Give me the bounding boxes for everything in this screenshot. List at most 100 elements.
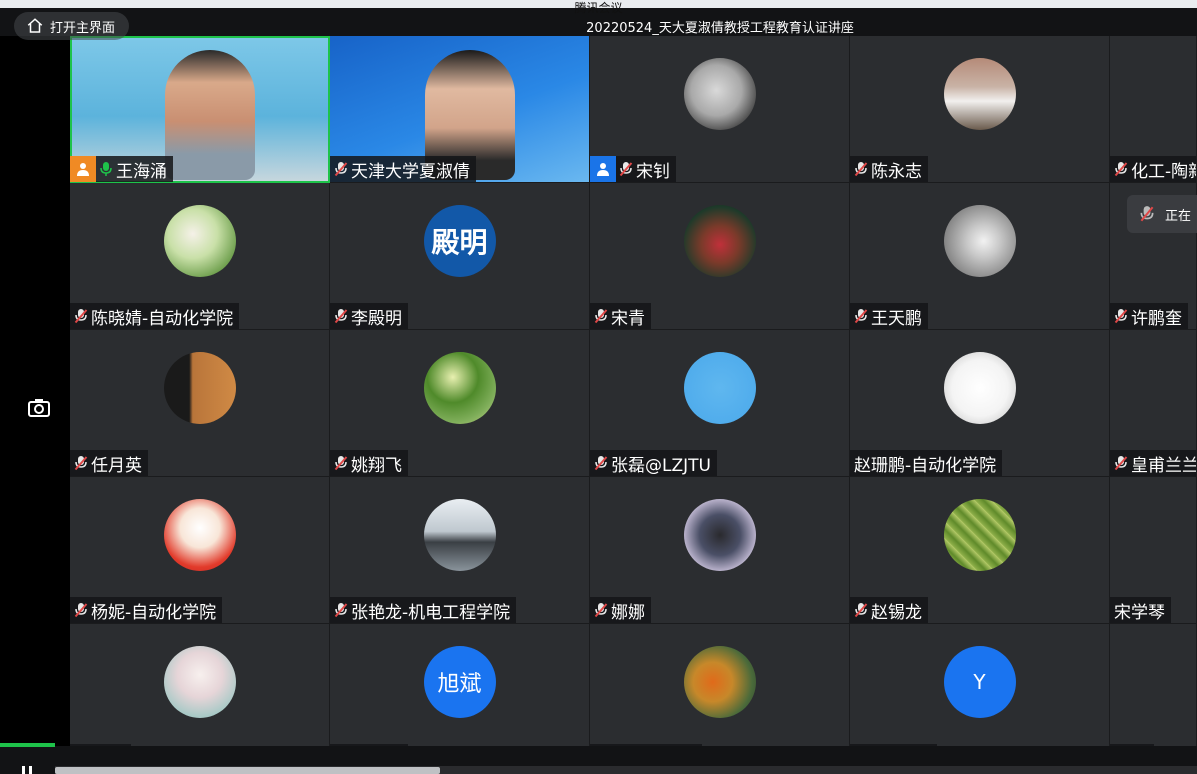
participant-grid: 王海涌天津大学夏淑倩宋钊陈永志化工-陶新陈晓婧-自动化学院殿明李殿明宋青王天鹏许… [70, 36, 1197, 771]
open-main-window-label: 打开主界面 [50, 20, 116, 36]
participant-tile[interactable]: 王天鹏 [850, 183, 1110, 330]
pause-icon[interactable] [20, 766, 34, 774]
mic-muted-icon [1114, 456, 1128, 471]
participant-avatar [943, 352, 1016, 424]
participant-name: 天津大学夏淑倩 [351, 161, 470, 182]
participant-avatar: Y [943, 646, 1016, 718]
mic-muted-icon [594, 603, 608, 618]
mic-muted-icon [594, 309, 608, 324]
participant-avatar [683, 499, 756, 571]
mic-muted-icon [334, 162, 348, 177]
participant-name: 娜娜 [611, 602, 645, 623]
participant-name-tag: 任月英 [70, 450, 148, 476]
participant-name-tag: 李殿明 [330, 303, 408, 329]
participant-tile[interactable]: 王海涌 [70, 36, 330, 183]
participant-name-tag: 许鹏奎 [1110, 303, 1188, 329]
avatar-initials: 殿明 [431, 226, 488, 259]
participant-name: 张艳龙-机电工程学院 [351, 602, 511, 623]
participant-avatar [943, 205, 1016, 277]
participant-avatar: 殿明 [423, 205, 496, 277]
participant-name: 宋钊 [636, 161, 670, 182]
participant-tile[interactable]: 姚翔飞 [330, 330, 590, 477]
mic-muted-icon [619, 162, 633, 177]
participant-avatar [423, 499, 496, 571]
participant-name: 李殿明 [351, 308, 402, 329]
participant-name-tag: 姚翔飞 [330, 450, 408, 476]
mic-muted-icon [334, 309, 348, 324]
participant-tile[interactable]: 张艳龙-机电工程学院 [330, 477, 590, 624]
participant-tile[interactable]: 陈晓婧-自动化学院 [70, 183, 330, 330]
participant-name: 王海涌 [116, 161, 167, 182]
participant-video [165, 50, 255, 180]
participant-avatar [683, 58, 756, 130]
participant-name: 许鹏奎 [1131, 308, 1182, 329]
participant-avatar [683, 646, 756, 718]
status-toast-text: 正在 [1165, 208, 1192, 224]
participant-name: 陈晓婧-自动化学院 [91, 308, 234, 329]
participant-tile[interactable]: 宋青 [590, 183, 850, 330]
meeting-title: 20220524_天大夏淑倩教授工程教育认证讲座 [586, 21, 854, 36]
host-badge-icon [70, 156, 96, 182]
participant-avatar: 旭斌 [423, 646, 496, 718]
participant-name: 张磊@LZJTU [611, 455, 711, 476]
participant-tile[interactable]: 杨妮-自动化学院 [70, 477, 330, 624]
participant-name-tag: 张艳龙-机电工程学院 [330, 597, 517, 623]
mic-muted-icon [1114, 309, 1128, 324]
participant-name: 赵珊鹏-自动化学院 [854, 455, 997, 476]
mic-active-icon [100, 162, 112, 176]
participant-name: 陈永志 [871, 161, 922, 182]
participant-name-tag: 天津大学夏淑倩 [330, 156, 476, 182]
mic-muted-icon [74, 603, 88, 618]
left-sidebar [0, 36, 70, 746]
participant-tile[interactable]: 宋钊 [590, 36, 850, 183]
open-main-window-button[interactable]: 打开主界面 [14, 12, 130, 40]
participant-avatar [683, 352, 756, 424]
participant-name-tag: 陈永志 [850, 156, 928, 182]
mic-muted-icon [854, 603, 868, 618]
participant-name-tag: 皇甫兰兰 [1110, 450, 1197, 476]
home-icon [27, 18, 43, 33]
participant-name: 赵锡龙 [871, 602, 922, 623]
participant-name-tag: 化工-陶新 [1110, 156, 1196, 182]
cohost-badge-icon [590, 156, 616, 182]
participant-tile[interactable]: 皇甫兰兰 [1110, 330, 1197, 477]
participant-name-tag: 张磊@LZJTU [590, 450, 717, 476]
participant-tile[interactable]: 赵珊鹏-自动化学院 [850, 330, 1110, 477]
participant-tile[interactable]: 化工-陶新 [1110, 36, 1197, 183]
scroll-thumb[interactable] [55, 767, 440, 774]
participant-tile[interactable]: 张磊@LZJTU [590, 330, 850, 477]
participant-avatar [163, 205, 236, 277]
camera-icon[interactable] [28, 398, 50, 418]
avatar-initials: Y [973, 670, 986, 694]
participant-tile[interactable]: 任月英 [70, 330, 330, 477]
participant-name-tag: 赵珊鹏-自动化学院 [850, 450, 1003, 476]
participant-name: 宋青 [611, 308, 645, 329]
participant-avatar [163, 646, 236, 718]
participant-name-tag: 王天鹏 [850, 303, 928, 329]
participant-avatar [163, 499, 236, 571]
app-name: 腾讯会议 [574, 1, 623, 15]
participant-name-tag: 娜娜 [590, 597, 651, 623]
mic-muted-icon [1140, 206, 1154, 222]
mic-muted-icon [1114, 162, 1128, 177]
mic-muted-icon [334, 456, 348, 471]
participant-tile[interactable]: 陈永志 [850, 36, 1110, 183]
participant-avatar [423, 352, 496, 424]
participant-avatar [683, 205, 756, 277]
participant-tile[interactable]: 天津大学夏淑倩 [330, 36, 590, 183]
participant-name-tag: 杨妮-自动化学院 [70, 597, 223, 623]
participant-name: 王天鹏 [871, 308, 922, 329]
participant-avatar [163, 352, 236, 424]
participant-tile[interactable]: 殿明李殿明 [330, 183, 590, 330]
participant-name-tag: 陈晓婧-自动化学院 [70, 303, 240, 329]
participant-name: 杨妮-自动化学院 [91, 602, 217, 623]
avatar-initials: 旭斌 [437, 672, 482, 697]
participant-tile[interactable]: 赵锡龙 [850, 477, 1110, 624]
participant-tile[interactable]: 宋学琴 [1110, 477, 1197, 624]
participant-tile[interactable]: 娜娜 [590, 477, 850, 624]
participant-name-tag: 宋钊 [590, 156, 676, 182]
mic-muted-icon [854, 162, 868, 177]
participant-avatar [943, 58, 1016, 130]
participant-name: 皇甫兰兰 [1131, 455, 1197, 476]
participant-name: 姚翔飞 [351, 455, 402, 476]
